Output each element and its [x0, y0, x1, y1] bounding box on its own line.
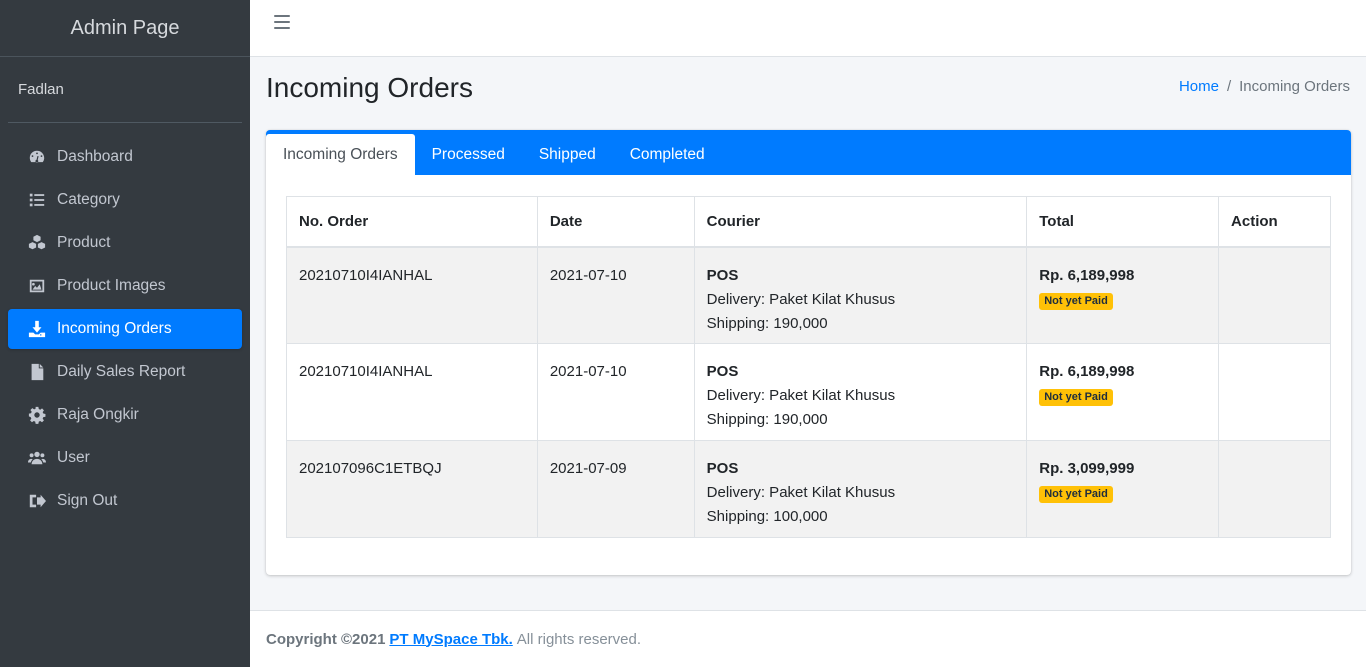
- sign-out-icon: [26, 492, 48, 510]
- delivery-service: Delivery: Paket Kilat Khusus: [706, 387, 896, 404]
- gear-icon: [26, 406, 48, 424]
- courier-name: POS: [706, 266, 739, 284]
- total-cell: Rp. 6,189,998 Not yet Paid: [1026, 246, 1220, 344]
- order-total: Rp. 6,189,998: [1039, 363, 1135, 380]
- column-header-action: Action: [1218, 196, 1331, 248]
- table-row: 20210710I4IANHAL 2021-07-10 POS Delivery…: [286, 343, 1331, 441]
- download-icon: [26, 320, 48, 338]
- order-number: 20210710I4IANHAL: [286, 246, 538, 344]
- order-date: 2021-07-10: [536, 343, 695, 441]
- sidebar-item-user[interactable]: User: [8, 438, 242, 478]
- courier-name: POS: [706, 460, 739, 477]
- shipping-cost: Shipping: 190,000: [706, 314, 828, 332]
- sidebar: Admin Page Fadlan Dashboard Category Pro…: [0, 0, 250, 667]
- breadcrumb: Home / Incoming Orders: [1179, 78, 1350, 95]
- sidebar-item-label: Daily Sales Report: [57, 363, 186, 380]
- sidebar-item-product[interactable]: Product: [8, 223, 242, 263]
- breadcrumb-home-link[interactable]: Home: [1179, 78, 1219, 95]
- table-header-row: No. Order Date Courier Total Action: [286, 196, 1331, 248]
- sidebar-item-label: Raja Ongkir: [57, 406, 139, 423]
- sidebar-item-label: Incoming Orders: [57, 320, 172, 337]
- sidebar-item-label: Product: [57, 234, 111, 251]
- footer-rights: All rights reserved.: [516, 630, 642, 648]
- menu-toggle-icon[interactable]: [274, 15, 290, 29]
- courier-cell: POS Delivery: Paket Kilat Khusus Shippin…: [693, 343, 1028, 441]
- tab-processed[interactable]: Processed: [415, 134, 522, 175]
- action-cell: [1218, 246, 1331, 344]
- status-badge: Not yet Paid: [1039, 486, 1113, 503]
- column-header-total: Total: [1026, 196, 1220, 248]
- top-navbar: [250, 0, 1366, 57]
- courier-cell: POS Delivery: Paket Kilat Khusus Shippin…: [693, 440, 1028, 538]
- tab-incoming-orders[interactable]: Incoming Orders: [266, 134, 415, 175]
- sidebar-item-label: Sign Out: [57, 492, 118, 509]
- delivery-service: Delivery: Paket Kilat Khusus: [706, 290, 896, 308]
- shipping-cost: Shipping: 190,000: [706, 411, 828, 428]
- table-row: 202107096C1ETBQJ 2021-07-09 POS Delivery…: [286, 440, 1331, 538]
- shipping-cost: Shipping: 100,000: [706, 508, 828, 525]
- table-row: 20210710I4IANHAL 2021-07-10 POS Delivery…: [286, 246, 1331, 344]
- tab-completed[interactable]: Completed: [613, 134, 722, 175]
- delivery-service: Delivery: Paket Kilat Khusus: [706, 484, 896, 501]
- order-date: 2021-07-09: [536, 440, 695, 538]
- breadcrumb-separator: /: [1226, 78, 1232, 95]
- page-title: Incoming Orders: [266, 72, 473, 103]
- status-badge: Not yet Paid: [1039, 389, 1113, 406]
- courier-name: POS: [706, 363, 739, 380]
- sidebar-item-label: User: [57, 449, 90, 466]
- total-cell: Rp. 6,189,998 Not yet Paid: [1026, 343, 1220, 441]
- tabs-bar: Incoming Orders Processed Shipped Comple…: [266, 130, 1351, 175]
- order-number: 202107096C1ETBQJ: [286, 440, 538, 538]
- sidebar-item-incoming-orders[interactable]: Incoming Orders: [8, 309, 242, 349]
- sidebar-item-category[interactable]: Category: [8, 180, 242, 220]
- tab-shipped[interactable]: Shipped: [522, 134, 613, 175]
- footer-copyright: Copyright ©2021: [266, 630, 386, 648]
- column-header-courier: Courier: [693, 196, 1028, 248]
- column-header-order: No. Order: [286, 196, 538, 248]
- footer-company-link[interactable]: PT MySpace Tbk.: [389, 631, 512, 648]
- column-header-date: Date: [536, 196, 695, 248]
- list-icon: [26, 191, 48, 209]
- total-cell: Rp. 3,099,999 Not yet Paid: [1026, 440, 1220, 538]
- sidebar-item-daily-sales-report[interactable]: Daily Sales Report: [8, 352, 242, 392]
- sidebar-item-raja-ongkir[interactable]: Raja Ongkir: [8, 395, 242, 435]
- status-badge: Not yet Paid: [1039, 292, 1113, 310]
- sidebar-item-product-images[interactable]: Product Images: [8, 266, 242, 306]
- action-cell: [1218, 343, 1331, 441]
- orders-card: Incoming Orders Processed Shipped Comple…: [266, 130, 1351, 575]
- cubes-icon: [26, 234, 48, 252]
- order-date: 2021-07-10: [536, 246, 695, 344]
- sidebar-item-label: Dashboard: [57, 148, 133, 165]
- order-number: 20210710I4IANHAL: [286, 343, 538, 441]
- sidebar-item-dashboard[interactable]: Dashboard: [8, 137, 242, 177]
- breadcrumb-current: Incoming Orders: [1239, 78, 1350, 95]
- users-icon: [26, 449, 48, 467]
- file-icon: [26, 363, 48, 381]
- action-cell: [1218, 440, 1331, 538]
- sidebar-item-label: Product Images: [57, 277, 166, 294]
- sidebar-item-label: Category: [57, 191, 120, 208]
- order-total: Rp. 6,189,998: [1039, 266, 1135, 284]
- footer: Copyright ©2021 PT MySpace Tbk. All righ…: [250, 610, 1366, 667]
- sidebar-nav: Dashboard Category Product Product Image…: [0, 137, 250, 521]
- sidebar-item-sign-out[interactable]: Sign Out: [8, 481, 242, 521]
- orders-table: No. Order Date Courier Total Action 2021…: [286, 196, 1331, 538]
- user-name[interactable]: Fadlan: [8, 57, 242, 123]
- courier-cell: POS Delivery: Paket Kilat Khusus Shippin…: [693, 246, 1028, 344]
- dashboard-icon: [26, 148, 48, 166]
- order-total: Rp. 3,099,999: [1039, 460, 1135, 477]
- image-icon: [26, 277, 48, 295]
- brand-title[interactable]: Admin Page: [0, 0, 250, 57]
